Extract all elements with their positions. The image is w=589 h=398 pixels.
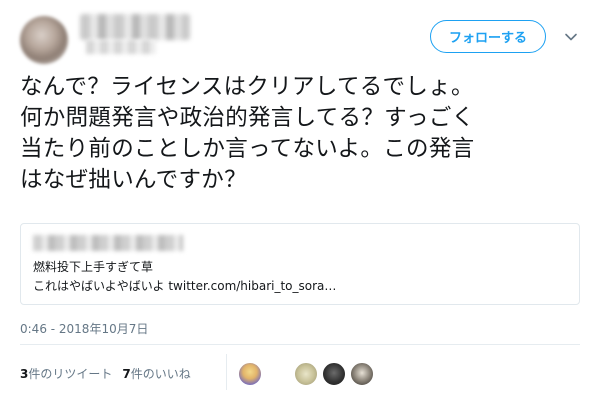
tweet-text: なんで？ライセンスはクリアしてるでしょ。 何か問題発言や政治的発言してる？すっご… [20, 72, 580, 196]
retweet-count-label: 件のリツイート [28, 367, 113, 381]
quoted-tweet-text: 燃料投下上手すぎて草 [33, 260, 154, 274]
tweet-stats: 3件のリツイート 7件のいいね [20, 365, 191, 382]
username-blurred[interactable] [86, 40, 156, 54]
tweet-text-line: はなぜ拙いんですか？ [20, 167, 247, 193]
like-count-label: 件のいいね [130, 367, 191, 381]
quoted-tweet-card[interactable]: 燃料投下上手すぎて草 これはやばいよやばいよ twitter.com/hibar… [20, 223, 580, 305]
tweet-text-line: 当たり前のことしか言ってないよ。この発言 [20, 136, 475, 162]
tweet-text-line: なんで？ライセンスはクリアしてるでしょ。 [20, 74, 474, 100]
liker-avatar[interactable] [238, 362, 262, 386]
chevron-down-icon[interactable] [564, 30, 578, 44]
quoted-tweet-text-link: これはやばいよやばいよ twitter.com/hibari_to_sora… [33, 279, 337, 293]
follow-button[interactable]: フォローする [430, 20, 546, 53]
tweet-text-line: 何か問題発言や政治的発言してる？すっごく [20, 105, 475, 131]
like-count[interactable]: 7件のいいね [122, 365, 190, 382]
liker-avatar[interactable] [322, 362, 346, 386]
liker-avatar[interactable] [294, 362, 318, 386]
quoted-user-blurred [33, 235, 183, 251]
like-count-value: 7 [122, 367, 131, 381]
tweet-header: フォローする [0, 0, 589, 66]
tweet-timestamp[interactable]: 0:46 - 2018年10月7日 [20, 320, 148, 337]
follow-button-label: フォローする [448, 31, 527, 46]
liker-avatar[interactable] [350, 362, 374, 386]
avatar[interactable] [20, 16, 68, 64]
stats-separator [226, 354, 227, 390]
retweet-count[interactable]: 3件のリツイート [20, 365, 112, 382]
display-name-blurred[interactable] [80, 14, 190, 40]
divider [20, 344, 580, 345]
